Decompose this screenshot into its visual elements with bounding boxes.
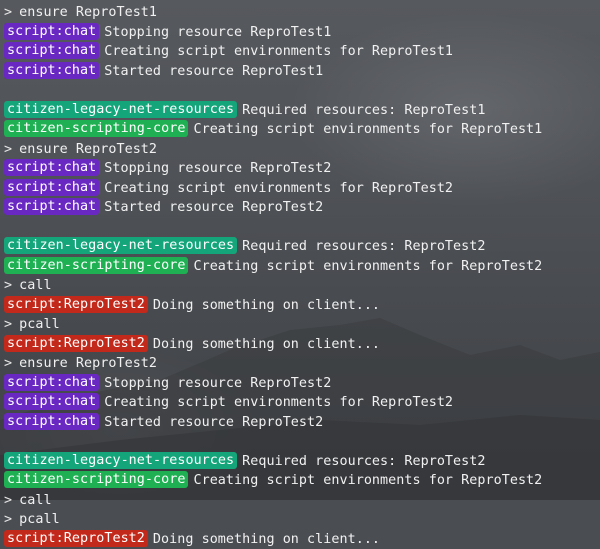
channel-tag: script:chat	[4, 179, 99, 196]
prompt-icon: >	[4, 142, 12, 157]
prompt-icon: >	[4, 317, 12, 332]
log-line: script:chat Started resource ReproTest2	[4, 198, 600, 218]
command-text: pcall	[19, 317, 60, 332]
log-line: citizen-scripting-core Creating script en…	[4, 471, 600, 491]
channel-tag: script:ReproTest2	[4, 530, 148, 547]
command-line: > pcall	[4, 315, 600, 335]
command-text: ensure ReproTest2	[19, 356, 157, 371]
channel-tag: script:ReproTest2	[4, 296, 148, 313]
log-message: Required resources: ReproTest2	[242, 239, 485, 254]
log-message: Stopping resource ReproTest2	[104, 376, 331, 391]
log-line: script:chat Stopping resource ReproTest1	[4, 23, 600, 43]
log-message: Started resource ReproTest2	[104, 415, 323, 430]
log-message: Doing something on client...	[153, 532, 380, 547]
log-message: Creating script environments for ReproTe…	[193, 122, 542, 137]
log-line: citizen-legacy-net-resources Required res…	[4, 101, 600, 121]
log-line: citizen-legacy-net-resources Required res…	[4, 452, 600, 472]
channel-tag: citizen-legacy-net-resources	[4, 452, 237, 469]
log-message: Doing something on client...	[153, 337, 380, 352]
log-line: script:chat Started resource ReproTest2	[4, 413, 600, 433]
log-line: script:ReproTest2 Doing something on clie…	[4, 296, 600, 316]
channel-tag: citizen-scripting-core	[4, 120, 188, 137]
command-text: ensure ReproTest1	[19, 5, 157, 20]
prompt-icon: >	[4, 493, 12, 508]
log-message: Started resource ReproTest2	[104, 200, 323, 215]
log-message: Stopping resource ReproTest1	[104, 25, 331, 40]
log-message: Stopping resource ReproTest2	[104, 161, 331, 176]
log-line: script:chat Creating script environments …	[4, 42, 600, 62]
blank-line	[4, 432, 600, 452]
prompt-icon: >	[4, 356, 12, 371]
channel-tag: citizen-legacy-net-resources	[4, 101, 237, 118]
channel-tag: script:chat	[4, 62, 99, 79]
log-message: Creating script environments for ReproTe…	[193, 259, 542, 274]
log-message: Creating script environments for ReproTe…	[104, 395, 453, 410]
command-text: ensure ReproTest2	[19, 142, 157, 157]
channel-tag: script:chat	[4, 413, 99, 430]
command-text: pcall	[19, 512, 60, 527]
command-line: > call	[4, 276, 600, 296]
command-line: > ensure ReproTest2	[4, 354, 600, 374]
command-text: call	[19, 493, 51, 508]
prompt-icon: >	[4, 5, 12, 20]
blank-line	[4, 81, 600, 101]
prompt-icon: >	[4, 278, 12, 293]
log-line: script:chat Stopping resource ReproTest2	[4, 374, 600, 394]
command-line: > pcall	[4, 510, 600, 530]
log-line: script:ReproTest2 Doing something on clie…	[4, 530, 600, 549]
log-message: Creating script environments for ReproTe…	[104, 181, 453, 196]
channel-tag: citizen-scripting-core	[4, 471, 188, 488]
log-line: citizen-scripting-core Creating script en…	[4, 120, 600, 140]
log-message: Creating script environments for ReproTe…	[104, 44, 453, 59]
log-line: script:ReproTest2 Doing something on clie…	[4, 335, 600, 355]
log-line: script:chat Creating script environments …	[4, 393, 600, 413]
log-message: Required resources: ReproTest1	[242, 103, 485, 118]
prompt-icon: >	[4, 512, 12, 527]
log-line: script:chat Creating script environments …	[4, 179, 600, 199]
command-line: > ensure ReproTest1	[4, 3, 600, 23]
log-message: Creating script environments for ReproTe…	[193, 473, 542, 488]
log-line: citizen-scripting-core Creating script en…	[4, 257, 600, 277]
command-text: call	[19, 278, 51, 293]
command-line: > call	[4, 491, 600, 511]
log-line: script:chat Started resource ReproTest1	[4, 62, 600, 82]
channel-tag: script:chat	[4, 159, 99, 176]
channel-tag: script:chat	[4, 198, 99, 215]
channel-tag: script:chat	[4, 23, 99, 40]
channel-tag: script:chat	[4, 393, 99, 410]
command-line: > ensure ReproTest2	[4, 140, 600, 160]
log-message: Started resource ReproTest1	[104, 64, 323, 79]
log-line: script:chat Stopping resource ReproTest2	[4, 159, 600, 179]
channel-tag: script:chat	[4, 374, 99, 391]
blank-line	[4, 218, 600, 238]
console-output: > ensure ReproTest1 script:chat Stopping re…	[4, 3, 600, 549]
channel-tag: script:ReproTest2	[4, 335, 148, 352]
log-message: Doing something on client...	[153, 298, 380, 313]
channel-tag: script:chat	[4, 42, 99, 59]
channel-tag: citizen-legacy-net-resources	[4, 237, 237, 254]
log-message: Required resources: ReproTest2	[242, 454, 485, 469]
channel-tag: citizen-scripting-core	[4, 257, 188, 274]
log-line: citizen-legacy-net-resources Required res…	[4, 237, 600, 257]
